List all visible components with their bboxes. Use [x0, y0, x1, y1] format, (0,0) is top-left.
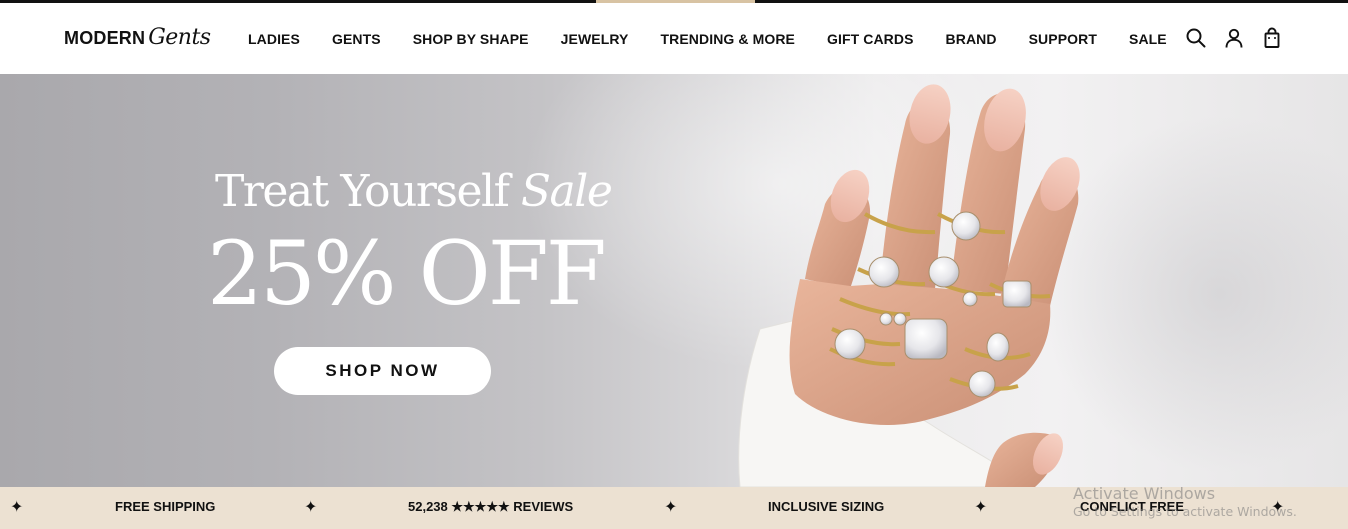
nav-item-ladies[interactable]: LADIES: [248, 31, 300, 47]
watermark-line-2: Go to Settings to activate Windows.: [1073, 504, 1297, 519]
nav-item-jewelry[interactable]: JEWELRY: [561, 31, 629, 47]
logo-word-gents: Gents: [148, 25, 211, 50]
sparkle-icon: ✦: [664, 497, 678, 516]
nav-item-support[interactable]: SUPPORT: [1029, 31, 1097, 47]
logo-word-modern: MODERN: [64, 28, 146, 48]
cart-bag-icon[interactable]: [1261, 27, 1283, 49]
usp-free-shipping: FREE SHIPPING: [115, 499, 216, 514]
nav-item-shop-by-shape[interactable]: SHOP BY SHAPE: [413, 31, 529, 47]
sparkle-icon: ✦: [304, 497, 318, 516]
sparkle-icon: ✦: [974, 497, 988, 516]
header-actions: [1185, 27, 1283, 49]
hero-image-hand-with-rings: [738, 84, 1080, 487]
shop-now-button[interactable]: SHOP NOW: [274, 347, 491, 395]
nav-item-gents[interactable]: GENTS: [332, 31, 381, 47]
nav-item-trending[interactable]: TRENDING & MORE: [660, 31, 795, 47]
usp-reviews: 52,238 ★★★★★ REVIEWS: [408, 499, 574, 514]
sparkle-icon: ✦: [10, 497, 24, 516]
hero-subtitle-regular: Treat Yourself: [215, 166, 510, 217]
usp-inclusive-sizing: INCLUSIVE SIZING: [768, 499, 885, 514]
hero-banner[interactable]: Treat Yourself Sale 25% OFF SHOP NOW: [0, 74, 1348, 487]
hero-subtitle-italic: Sale: [520, 166, 613, 217]
hero-discount-title: 25% OFF: [207, 222, 607, 325]
os-activation-watermark: Activate Windows Go to Settings to activ…: [1073, 484, 1297, 519]
watermark-line-1: Activate Windows: [1073, 484, 1216, 503]
hero-subtitle: Treat Yourself Sale: [215, 166, 613, 217]
account-icon[interactable]: [1223, 27, 1245, 49]
nav-item-sale[interactable]: SALE: [1129, 31, 1167, 47]
nav-item-gift-cards[interactable]: GIFT CARDS: [827, 31, 914, 47]
search-icon[interactable]: [1185, 27, 1207, 49]
brand-logo[interactable]: MODERN Gents: [64, 25, 211, 55]
nav-item-brand[interactable]: BRAND: [946, 31, 997, 47]
site-header: MODERN Gents LADIES GENTS SHOP BY SHAPE …: [0, 3, 1348, 74]
main-navigation: LADIES GENTS SHOP BY SHAPE JEWELRY TREND…: [248, 3, 1199, 74]
